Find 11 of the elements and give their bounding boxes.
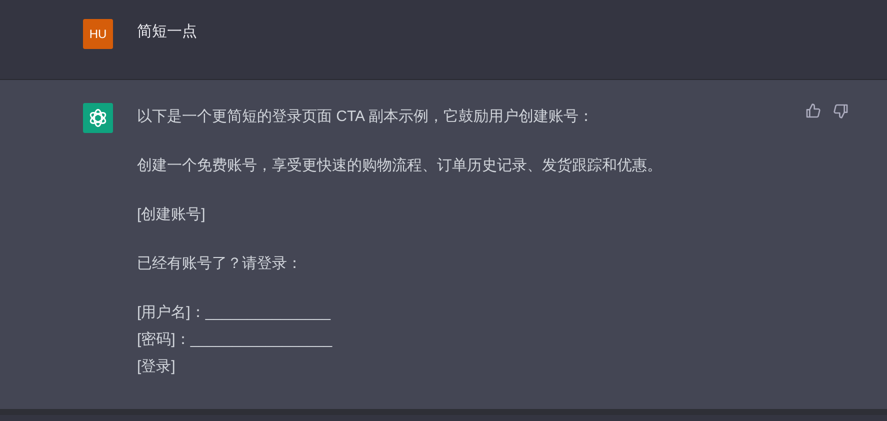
user-avatar: HU xyxy=(83,19,113,49)
response-text: [密码]：_________________ xyxy=(137,330,334,350)
response-text: 以下是一个更简短的登录页面 CTA 副本示例，它鼓励用户创建账号： xyxy=(137,107,594,127)
user-message: 简短一点 xyxy=(137,22,197,42)
response-text: [用户名]：_______________ xyxy=(137,303,332,323)
response-text: [创建账号] xyxy=(137,205,206,225)
thumbs-down-icon[interactable] xyxy=(833,103,849,119)
response-text: 创建一个免费账号，享受更快速的购物流程、订单历史记录、发货跟踪和优惠。 xyxy=(137,156,662,176)
response-text: 已经有账号了？请登录： xyxy=(137,254,303,274)
thumbs-up-icon[interactable] xyxy=(805,103,821,119)
response-text: [登录] xyxy=(137,357,176,377)
